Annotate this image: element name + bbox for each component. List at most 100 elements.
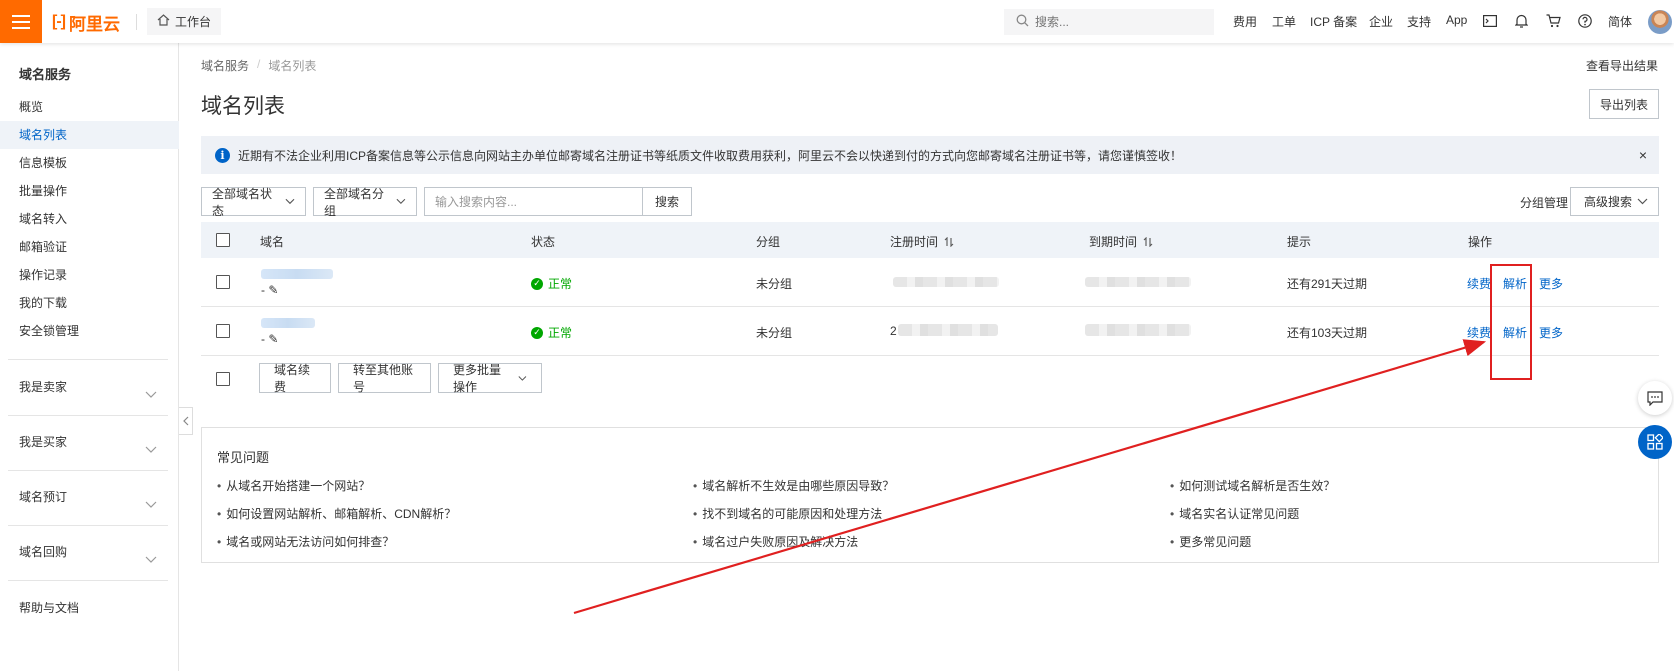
search-input[interactable] [1035, 15, 1205, 29]
notice-banner: i 近期有不法企业利用ICP备案信息等公示信息向网站主办单位邮寄域名注册证书等纸… [201, 136, 1659, 174]
search-icon [1016, 14, 1029, 30]
row-checkbox[interactable] [216, 275, 230, 289]
sidebar-item-help-docs[interactable]: 帮助与文档 [0, 594, 179, 622]
domain-search-input[interactable] [435, 194, 635, 209]
terminal-icon[interactable] [1482, 13, 1498, 29]
sidebar-item-oplog[interactable]: 操作记录 [0, 261, 179, 289]
domain-name-redacted[interactable] [261, 269, 333, 279]
avatar[interactable] [1648, 10, 1672, 34]
chat-icon [1647, 390, 1663, 406]
nav-billing[interactable]: 费用 [1233, 13, 1257, 30]
bell-icon[interactable] [1513, 13, 1529, 29]
expiry-tip: 还有103天过期 [1287, 326, 1368, 340]
close-icon[interactable]: × [1639, 147, 1647, 163]
sidebar-item-transfer-in[interactable]: 域名转入 [0, 205, 179, 233]
status-badge: ✓ 正常 [531, 324, 572, 341]
column-group: 分组 [756, 235, 781, 249]
more-bulk-actions-button[interactable]: 更多批量操作 [438, 363, 542, 394]
sidebar-collapse-handle[interactable] [179, 407, 193, 435]
hamburger-menu-button[interactable] [0, 0, 42, 43]
faq-link[interactable]: 域名或网站无法访问如何排查？ [217, 533, 394, 550]
search-button[interactable]: 搜索 [642, 187, 692, 216]
status-filter-select[interactable]: 全部域名状态 [201, 186, 306, 218]
faq-link[interactable]: 域名过户失败原因及解决方法 [693, 533, 858, 550]
sidebar-item-domain-list[interactable]: 域名列表 [0, 121, 179, 149]
chevron-down-icon [285, 198, 295, 205]
nav-app[interactable]: App [1446, 13, 1467, 27]
renew-link[interactable]: 续费 [1467, 324, 1491, 341]
cart-icon[interactable] [1545, 13, 1561, 29]
chevron-down-icon [145, 546, 157, 574]
sort-icon [944, 236, 954, 247]
column-actions: 操作 [1468, 235, 1493, 249]
sidebar-item-templates[interactable]: 信息模板 [0, 149, 179, 177]
view-export-result-link[interactable]: 查看导出结果 [1586, 57, 1658, 74]
apps-grid-button[interactable] [1638, 425, 1672, 459]
workbench-button[interactable]: 工作台 [147, 8, 222, 35]
nav-icp[interactable]: ICP 备案 [1310, 13, 1357, 30]
global-search[interactable] [1004, 9, 1214, 35]
chevron-down-icon [145, 381, 157, 409]
nav-support[interactable]: 支持 [1407, 13, 1431, 30]
nav-tickets[interactable]: 工单 [1272, 13, 1296, 30]
renew-link[interactable]: 续费 [1467, 275, 1491, 292]
sidebar-group-buyback[interactable]: 域名回购 [0, 538, 179, 566]
select-all-checkbox[interactable] [216, 233, 230, 247]
aliyun-logo[interactable]: [-] 阿里云 [52, 11, 120, 34]
breadcrumb-separator: / [257, 57, 261, 71]
bulk-renew-button[interactable]: 域名续费 [259, 363, 331, 394]
group-manage-link[interactable]: 分组管理 [1520, 194, 1568, 211]
faq-link[interactable]: 从域名开始搭建一个网站？ [217, 477, 370, 494]
exp-time-redacted [1085, 277, 1191, 287]
column-exp-time-sort[interactable]: 到期时间 [1089, 233, 1153, 250]
faq-link[interactable]: 如何设置网站解析、邮箱解析、CDN解析？ [217, 505, 456, 522]
sidebar-group-label: 我是买家 [19, 435, 68, 449]
domain-name-redacted[interactable] [261, 318, 315, 328]
logo-mark: [-] [52, 13, 66, 30]
sidebar-divider [8, 470, 168, 471]
domain-remark-edit[interactable]: - ✎ [261, 332, 278, 346]
export-list-button[interactable]: 导出列表 [1589, 89, 1659, 119]
advanced-search-button[interactable]: 高级搜索 [1570, 187, 1659, 216]
help-icon[interactable] [1577, 13, 1593, 29]
row-checkbox[interactable] [216, 324, 230, 338]
transfer-account-button[interactable]: 转至其他账号 [338, 363, 431, 394]
group-filter-value: 全部域名分组 [324, 186, 385, 218]
chevron-left-icon [182, 416, 188, 426]
sidebar-item-security-lock[interactable]: 安全锁管理 [0, 317, 179, 345]
bulk-select-checkbox[interactable] [216, 372, 230, 386]
faq-link[interactable]: 域名解析不生效是由哪些原因导致？ [693, 477, 894, 494]
more-link[interactable]: 更多 [1539, 275, 1563, 292]
faq-link[interactable]: 更多常见问题 [1170, 533, 1251, 550]
column-reg-time-sort[interactable]: 注册时间 [890, 233, 954, 250]
expiry-tip: 还有291天过期 [1287, 277, 1368, 291]
sidebar-group-buyer[interactable]: 我是买家 [0, 428, 179, 456]
group-cell: 未分组 [756, 277, 793, 291]
faq-link[interactable]: 如何测试域名解析是否生效？ [1170, 477, 1335, 494]
sidebar-item-email-verify[interactable]: 邮箱验证 [0, 233, 179, 261]
feedback-chat-button[interactable] [1638, 381, 1672, 415]
logo-divider [136, 14, 137, 30]
nav-enterprise[interactable]: 企业 [1369, 13, 1393, 30]
sidebar-group-seller[interactable]: 我是卖家 [0, 373, 179, 401]
breadcrumb-parent[interactable]: 域名服务 [201, 57, 249, 74]
domain-remark-edit[interactable]: - ✎ [261, 283, 278, 297]
sidebar-title: 域名服务 [19, 67, 72, 82]
sidebar-item-overview[interactable]: 概览 [0, 93, 179, 121]
group-filter-select[interactable]: 全部域名分组 [313, 186, 417, 218]
domain-search-field[interactable] [424, 187, 642, 216]
sidebar-item-downloads[interactable]: 我的下载 [0, 289, 179, 317]
sidebar-group-reserve[interactable]: 域名预订 [0, 483, 179, 511]
language-switch[interactable]: 简体 [1608, 13, 1632, 30]
more-link[interactable]: 更多 [1539, 324, 1563, 341]
faq-link[interactable]: 域名实名认证常见问题 [1170, 505, 1299, 522]
column-exp-time: 到期时间 [1089, 235, 1138, 249]
table-row: - ✎ ✓ 正常 未分组 还有291天过期 续费 解析 更多 [201, 258, 1659, 307]
home-icon [157, 14, 170, 29]
status-filter-value: 全部域名状态 [212, 186, 273, 218]
sidebar-item-batch[interactable]: 批量操作 [0, 177, 179, 205]
table-row: - ✎ ✓ 正常 未分组 2 还有103天过期 续费 解析 更多 [201, 307, 1659, 356]
chevron-down-icon [518, 375, 527, 381]
logo-text: 阿里云 [68, 14, 120, 34]
faq-link[interactable]: 找不到域名的可能原因和处理方法 [693, 505, 882, 522]
